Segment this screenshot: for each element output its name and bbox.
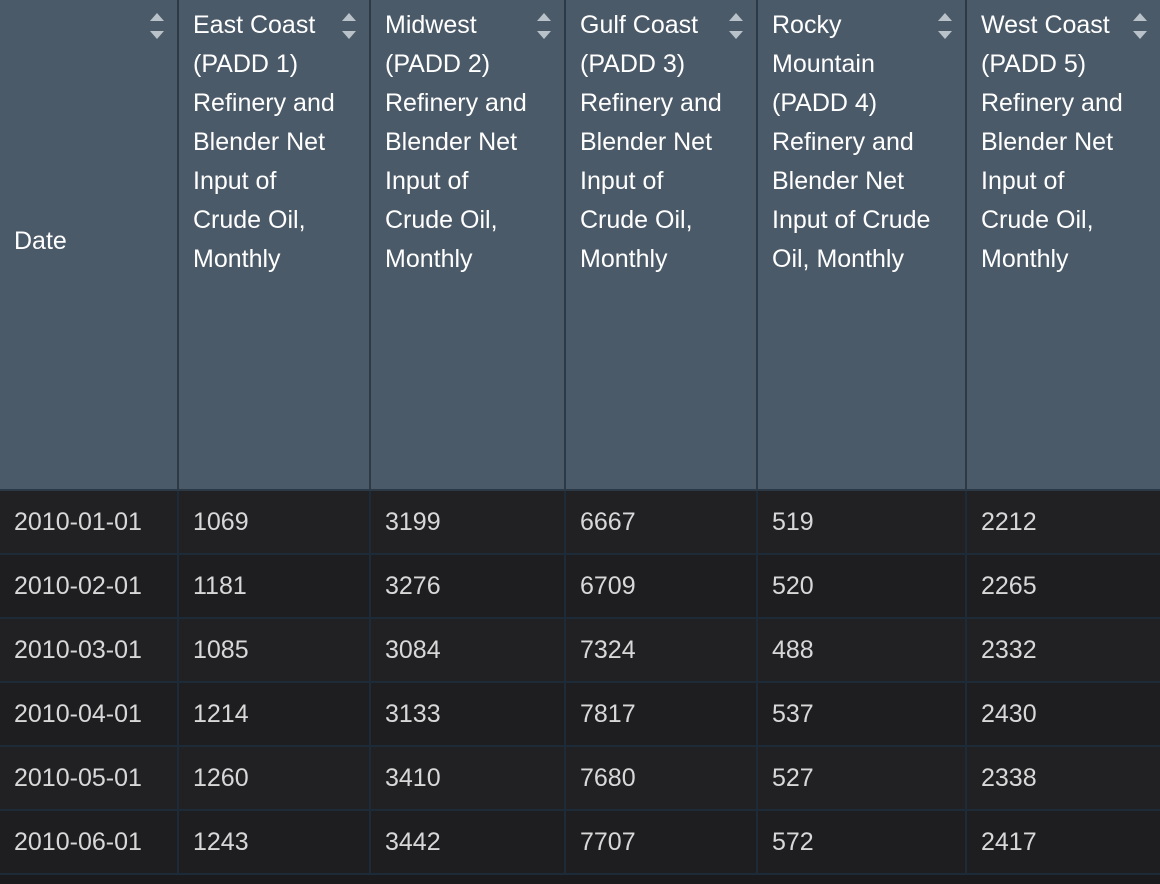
sort-ascending-descending-icon[interactable] xyxy=(535,12,553,40)
cell-padd2: 3133 xyxy=(370,682,566,747)
table-row[interactable]: 2010-03-01 1085 3084 7324 488 2332 xyxy=(0,618,1160,683)
column-header-padd2[interactable]: Midwest (PADD 2) Refinery and Blender Ne… xyxy=(370,0,566,491)
column-header-date[interactable]: Date xyxy=(0,0,179,491)
cell-padd4: 527 xyxy=(757,746,967,811)
cell-padd1: 1260 xyxy=(178,746,371,811)
sort-ascending-descending-icon[interactable] xyxy=(1131,12,1149,40)
table-body: 2010-01-01 1069 3199 6667 519 2212 2010-… xyxy=(0,490,1160,875)
table-row[interactable]: 2010-06-01 1243 3442 7707 572 2417 xyxy=(0,810,1160,875)
cell-padd4: 519 xyxy=(757,490,967,555)
cell-padd4: 520 xyxy=(757,554,967,619)
column-header-padd4[interactable]: Rocky Mountain (PADD 4) Refinery and Ble… xyxy=(757,0,967,491)
table-row[interactable]: 2010-01-01 1069 3199 6667 519 2212 xyxy=(0,490,1160,555)
cell-date: 2010-02-01 xyxy=(0,554,179,619)
table-header: Date East Coast (PADD 1) Refinery and Bl… xyxy=(0,0,1160,491)
column-header-label: Date xyxy=(14,227,67,255)
header-row: Date East Coast (PADD 1) Refinery and Bl… xyxy=(0,0,1160,491)
column-header-label: East Coast (PADD 1) Refinery and Blender… xyxy=(193,11,335,273)
cell-padd1: 1085 xyxy=(178,618,371,683)
sort-ascending-descending-icon[interactable] xyxy=(340,12,358,40)
cell-padd4: 488 xyxy=(757,618,967,683)
cell-date: 2010-05-01 xyxy=(0,746,179,811)
cell-date: 2010-04-01 xyxy=(0,682,179,747)
cell-padd1: 1243 xyxy=(178,810,371,875)
column-header-label: West Coast (PADD 5) Refinery and Blender… xyxy=(981,11,1123,273)
table-row[interactable]: 2010-02-01 1181 3276 6709 520 2265 xyxy=(0,554,1160,619)
cell-padd5: 2265 xyxy=(966,554,1160,619)
cell-padd3: 6709 xyxy=(565,554,758,619)
cell-padd1: 1214 xyxy=(178,682,371,747)
cell-padd4: 537 xyxy=(757,682,967,747)
cell-padd2: 3410 xyxy=(370,746,566,811)
cell-padd5: 2212 xyxy=(966,490,1160,555)
cell-padd3: 7324 xyxy=(565,618,758,683)
column-header-label: Gulf Coast (PADD 3) Refinery and Blender… xyxy=(580,11,722,273)
cell-padd5: 2338 xyxy=(966,746,1160,811)
cell-padd3: 6667 xyxy=(565,490,758,555)
cell-padd5: 2332 xyxy=(966,618,1160,683)
cell-padd4: 572 xyxy=(757,810,967,875)
cell-padd1: 1069 xyxy=(178,490,371,555)
cell-padd3: 7680 xyxy=(565,746,758,811)
cell-padd2: 3199 xyxy=(370,490,566,555)
cell-padd2: 3084 xyxy=(370,618,566,683)
cell-padd1: 1181 xyxy=(178,554,371,619)
column-header-padd5[interactable]: West Coast (PADD 5) Refinery and Blender… xyxy=(966,0,1160,491)
sort-ascending-descending-icon[interactable] xyxy=(148,12,166,40)
column-header-padd1[interactable]: East Coast (PADD 1) Refinery and Blender… xyxy=(178,0,371,491)
sort-ascending-descending-icon[interactable] xyxy=(727,12,745,40)
cell-date: 2010-06-01 xyxy=(0,810,179,875)
cell-padd2: 3276 xyxy=(370,554,566,619)
cell-padd2: 3442 xyxy=(370,810,566,875)
table-row[interactable]: 2010-05-01 1260 3410 7680 527 2338 xyxy=(0,746,1160,811)
cell-date: 2010-03-01 xyxy=(0,618,179,683)
table-row[interactable]: 2010-04-01 1214 3133 7817 537 2430 xyxy=(0,682,1160,747)
column-header-label: Rocky Mountain (PADD 4) Refinery and Ble… xyxy=(772,11,931,273)
column-header-padd3[interactable]: Gulf Coast (PADD 3) Refinery and Blender… xyxy=(565,0,758,491)
cell-padd5: 2417 xyxy=(966,810,1160,875)
data-table: Date East Coast (PADD 1) Refinery and Bl… xyxy=(0,0,1160,875)
cell-padd3: 7817 xyxy=(565,682,758,747)
sort-ascending-descending-icon[interactable] xyxy=(936,12,954,40)
data-table-container: Date East Coast (PADD 1) Refinery and Bl… xyxy=(0,0,1160,884)
cell-date: 2010-01-01 xyxy=(0,490,179,555)
column-header-label: Midwest (PADD 2) Refinery and Blender Ne… xyxy=(385,11,527,273)
cell-padd5: 2430 xyxy=(966,682,1160,747)
cell-padd3: 7707 xyxy=(565,810,758,875)
